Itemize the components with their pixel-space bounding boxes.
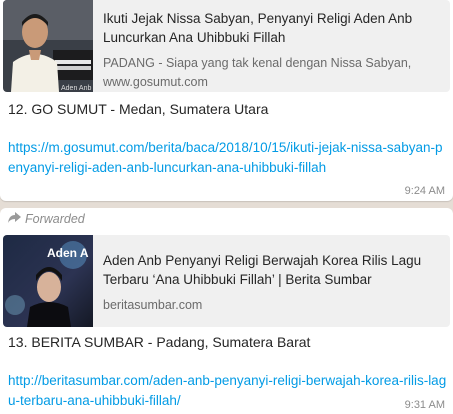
- forward-arrow-icon: [8, 212, 21, 226]
- svg-text:Aden Anb: Aden Anb: [61, 85, 91, 92]
- thumbnail-caption: Aden A: [47, 246, 89, 260]
- message-timestamp: 9:24 AM: [404, 185, 445, 197]
- link-preview-description: PADANG - Siapa yang tak kenal dengan Nis…: [103, 56, 412, 70]
- link-preview[interactable]: Aden Anb Ikuti Jejak Nissa Sabyan, Penya…: [3, 0, 450, 92]
- link-preview-title: Aden Anb Penyanyi Religi Berwajah Korea …: [103, 253, 422, 287]
- link-preview[interactable]: Aden A Aden Anb Penyanyi Religi Berwajah…: [3, 235, 450, 327]
- message-text: 12. GO SUMUT - Medan, Sumatera Utara: [8, 101, 269, 117]
- message-timestamp: 9:31 AM: [404, 399, 445, 411]
- link-preview-domain: beritasumbar.com: [103, 298, 203, 312]
- link-preview-domain: www.gosumut.com: [103, 75, 208, 89]
- link-preview-thumbnail: Aden Anb: [3, 0, 93, 92]
- message-link[interactable]: http://beritasumbar.com/aden-anb-penyany…: [8, 371, 447, 411]
- link-preview-thumbnail: Aden A: [3, 235, 93, 327]
- forwarded-indicator: Forwarded: [8, 212, 85, 226]
- message-bubble[interactable]: Forwarded Aden A Aden Anb Penyanyi Relig…: [0, 208, 453, 414]
- message-bubble[interactable]: Aden Anb Ikuti Jejak Nissa Sabyan, Penya…: [0, 0, 453, 201]
- message-link[interactable]: https://m.gosumut.com/berita/baca/2018/1…: [8, 138, 447, 178]
- link-preview-title: Ikuti Jejak Nissa Sabyan, Penyanyi Relig…: [103, 11, 413, 45]
- forwarded-label: Forwarded: [25, 212, 85, 226]
- message-text: 13. BERITA SUMBAR - Padang, Sumatera Bar…: [8, 334, 311, 350]
